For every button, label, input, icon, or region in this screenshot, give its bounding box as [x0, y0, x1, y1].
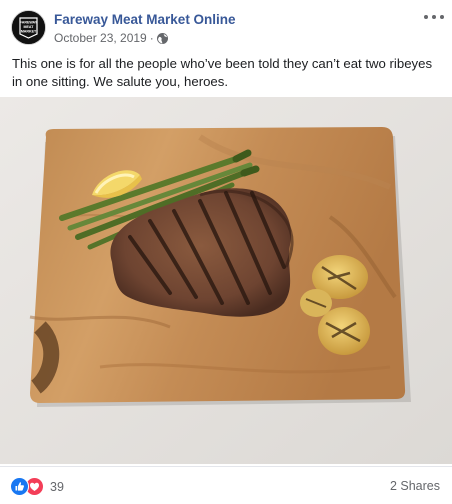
fareway-logo-icon: FAREWAY MEAT MARKET [12, 11, 45, 44]
reaction-count: 39 [50, 479, 64, 494]
shares-link[interactable]: 2 Shares [390, 479, 440, 493]
meta-separator: · [149, 31, 154, 45]
post-caption: This one is for all the people who’ve be… [12, 56, 433, 89]
reactions-summary[interactable]: 39 [10, 477, 64, 496]
logo-text-line-2: MEAT [24, 25, 35, 29]
post-photo[interactable] [0, 97, 452, 464]
post-header: FAREWAY MEAT MARKET Fareway Meat Market … [0, 0, 452, 50]
facebook-post: FAREWAY MEAT MARKET Fareway Meat Market … [0, 0, 452, 504]
logo-text-line-3: MARKET [21, 30, 37, 34]
logo-text-line-1: FAREWAY [20, 21, 38, 25]
page-name-link[interactable]: Fareway Meat Market Online [54, 12, 236, 27]
globe-icon [156, 32, 168, 44]
steak-photo-image [0, 97, 452, 464]
post-footer: 39 2 Shares [0, 466, 452, 504]
more-options-icon[interactable] [423, 10, 445, 24]
post-meta: October 23, 2019 · [54, 31, 168, 45]
page-avatar[interactable]: FAREWAY MEAT MARKET [11, 10, 46, 45]
like-reaction-icon [10, 477, 29, 496]
post-date-link[interactable]: October 23, 2019 [54, 31, 147, 45]
